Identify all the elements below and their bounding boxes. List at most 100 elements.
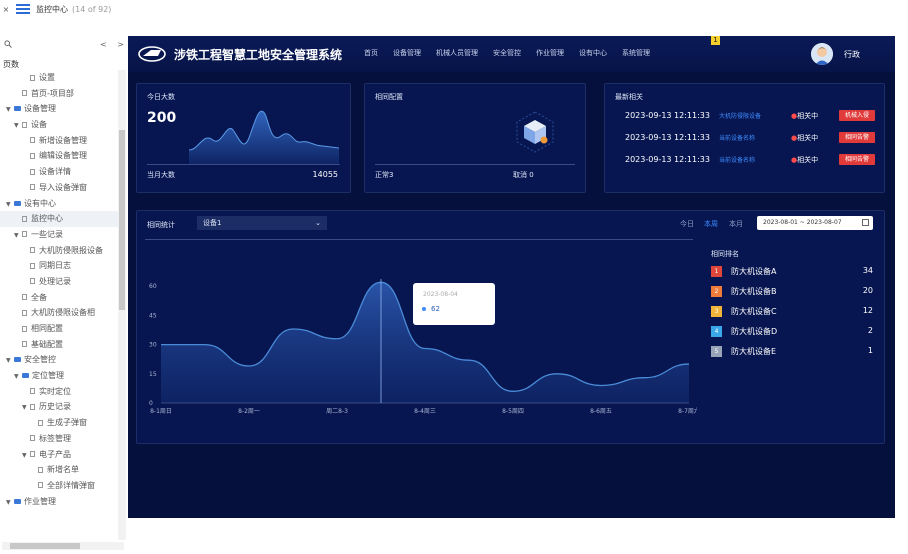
x-tick-label: 8-5周四 — [502, 408, 524, 415]
avatar[interactable] — [811, 43, 833, 65]
sidebar-item[interactable]: 大机防侵限设备相 — [0, 305, 118, 321]
menu-icon[interactable] — [16, 4, 30, 14]
sidebar-item[interactable]: 设备详情 — [0, 164, 118, 180]
range-today[interactable]: 今日 — [680, 219, 694, 229]
range-month[interactable]: 本月 — [729, 219, 743, 229]
record-device-link[interactable]: 当前设备名称 — [719, 155, 755, 164]
sidebar-item[interactable]: 大机防侵限报设备 — [0, 243, 118, 259]
record-tag-button[interactable]: 相同告警 — [839, 132, 875, 143]
user-name[interactable]: 行政 — [844, 49, 860, 60]
nav-next-button[interactable]: > — [117, 40, 124, 49]
sidebar-item[interactable]: ▼ 设备 — [0, 117, 118, 133]
page-count: (14 of 92) — [72, 4, 112, 14]
search-icon[interactable] — [4, 40, 12, 50]
expand-icon[interactable]: ▼ — [22, 400, 30, 415]
scroll-thumb[interactable] — [119, 130, 125, 310]
sidebar-item[interactable]: 相同配置 — [0, 321, 118, 337]
expand-icon[interactable]: ▼ — [14, 118, 22, 133]
close-icon[interactable]: × — [0, 5, 12, 14]
record-tag-button[interactable]: 相同告警 — [839, 154, 875, 165]
chart-tooltip: 2023-08-04 62 — [413, 283, 495, 325]
x-tick-label: 8-4周三 — [414, 408, 436, 415]
folder-icon — [14, 357, 21, 363]
sidebar-item-label: 基础配置 — [31, 339, 63, 349]
nav-safety[interactable]: 安全管控 — [493, 48, 521, 58]
sidebar-item[interactable]: 首页-项目部 — [0, 86, 118, 102]
page-icon — [22, 294, 27, 301]
app-root: × 监控中心 (14 of 92) < > 页数 设置 首页-项目部 ▼ 设备管理 ▼ 设… — [0, 0, 908, 554]
sidebar-item[interactable]: 全部详情弹窗 — [0, 478, 118, 494]
nav-machine[interactable]: 机械人员管理 — [436, 48, 478, 58]
nav-work[interactable]: 作业管理 — [536, 48, 564, 58]
nav-system[interactable]: 系统管理 — [622, 48, 650, 58]
record-tag-button[interactable]: 机械入侵 — [839, 110, 875, 121]
sidebar-item[interactable]: ▼ 历史记录 — [0, 399, 118, 415]
record-device-link[interactable]: 当前设备名称 — [719, 133, 755, 142]
records-card: 最新相关 2023-09-13 12:11:33 大机防侵限设备 ●相关中 机械入侵 2… — [604, 83, 885, 193]
top-bar: × 监控中心 (14 of 92) — [0, 0, 908, 18]
expand-icon[interactable]: ▼ — [14, 369, 22, 384]
sidebar-item[interactable]: 标签管理 — [0, 431, 118, 447]
calendar-icon[interactable] — [862, 219, 869, 226]
sidebar-item[interactable]: ▼ 作业管理 — [0, 494, 118, 510]
expand-icon[interactable]: ▼ — [14, 228, 22, 243]
sidebar-item[interactable]: 新增设备管理 — [0, 133, 118, 149]
sidebar-item[interactable]: ▼ 定位管理 — [0, 368, 118, 384]
page-icon — [30, 435, 35, 442]
record-device-link[interactable]: 大机防侵限设备 — [719, 111, 761, 120]
sidebar-item[interactable]: 实时定位 — [0, 384, 118, 400]
sidebar-item-label: 生成子弹窗 — [47, 418, 87, 428]
sidebar-item-label: 设备详情 — [39, 167, 71, 177]
rank-row: 3 防大机设备C 12 — [711, 305, 873, 319]
page-icon — [30, 152, 35, 159]
x-tick-label: 8-2周一 — [238, 408, 260, 415]
sidebar-item-label: 同期日志 — [39, 261, 71, 271]
nav-home[interactable]: 首页 — [364, 48, 378, 58]
expand-icon[interactable]: ▼ — [6, 102, 14, 117]
sidebar-item[interactable]: 生成子弹窗 — [0, 415, 118, 431]
y-tick-label: 15 — [149, 371, 157, 378]
nav-device[interactable]: 设备管理 — [393, 48, 421, 58]
sidebar-item[interactable]: ▼ 安全管控 — [0, 352, 118, 368]
notice-badge[interactable]: 1 — [711, 36, 720, 45]
sidebar-item[interactable]: 导入设备弹窗 — [0, 180, 118, 196]
train-logo-icon — [138, 46, 166, 62]
range-week[interactable]: 本周 — [704, 219, 718, 229]
sidebar: < > 页数 设置 首页-项目部 ▼ 设备管理 ▼ 设备 新增设备管理 编辑设备管理 设备详情导… — [0, 36, 128, 554]
date-range-picker[interactable]: 2023-08-01 ~ 2023-08-07 — [757, 216, 873, 230]
sidebar-item[interactable]: 新增名单 — [0, 462, 118, 478]
area-chart: 0 15 30 45 60 8-1周日 8-2周一 周二8-3 8-4周三 8-5周四 8-6周五 8… — [149, 279, 697, 415]
sidebar-item[interactable]: ▼ 设备管理 — [0, 101, 118, 117]
sidebar-item[interactable]: 监控中心 — [0, 211, 118, 227]
cube-device-icon — [516, 111, 554, 153]
page-icon — [22, 325, 27, 332]
sidebar-item[interactable]: 处理记录 — [0, 274, 118, 290]
rank-index: 1 — [711, 266, 722, 277]
sidebar-item[interactable]: ▼ 一些记录 — [0, 227, 118, 243]
nav-prev-button[interactable]: < — [100, 40, 107, 49]
rank-value: 12 — [862, 306, 873, 315]
horizontal-scrollbar[interactable] — [2, 542, 124, 550]
expand-icon[interactable]: ▼ — [6, 495, 14, 510]
expand-icon[interactable]: ▼ — [6, 197, 14, 212]
expand-icon[interactable]: ▼ — [22, 448, 30, 463]
vertical-scrollbar[interactable] — [118, 70, 126, 540]
tooltip-value: 62 — [431, 305, 440, 313]
sidebar-item[interactable]: ▼ 设有中心 — [0, 196, 118, 212]
sidebar-item[interactable]: 全备 — [0, 290, 118, 306]
rank-title: 相同排名 — [711, 250, 739, 258]
rank-index: 4 — [711, 326, 722, 337]
sidebar-item[interactable]: ▼ 电子产品 — [0, 447, 118, 463]
device-select[interactable]: 设备1 ⌄ — [197, 216, 327, 230]
sidebar-item-label: 监控中心 — [31, 214, 63, 224]
nav-center[interactable]: 设有中心 — [579, 48, 607, 58]
scroll-thumb-h[interactable] — [10, 543, 80, 549]
sidebar-item-label: 全部详情弹窗 — [47, 480, 95, 490]
card-divider — [147, 164, 340, 165]
sidebar-item[interactable]: 同期日志 — [0, 258, 118, 274]
sidebar-item[interactable]: 编辑设备管理 — [0, 148, 118, 164]
x-tick-label: 周二8-3 — [326, 408, 348, 415]
sidebar-item[interactable]: 设置 — [0, 70, 118, 86]
sidebar-item[interactable]: 基础配置 — [0, 337, 118, 353]
expand-icon[interactable]: ▼ — [6, 353, 14, 368]
